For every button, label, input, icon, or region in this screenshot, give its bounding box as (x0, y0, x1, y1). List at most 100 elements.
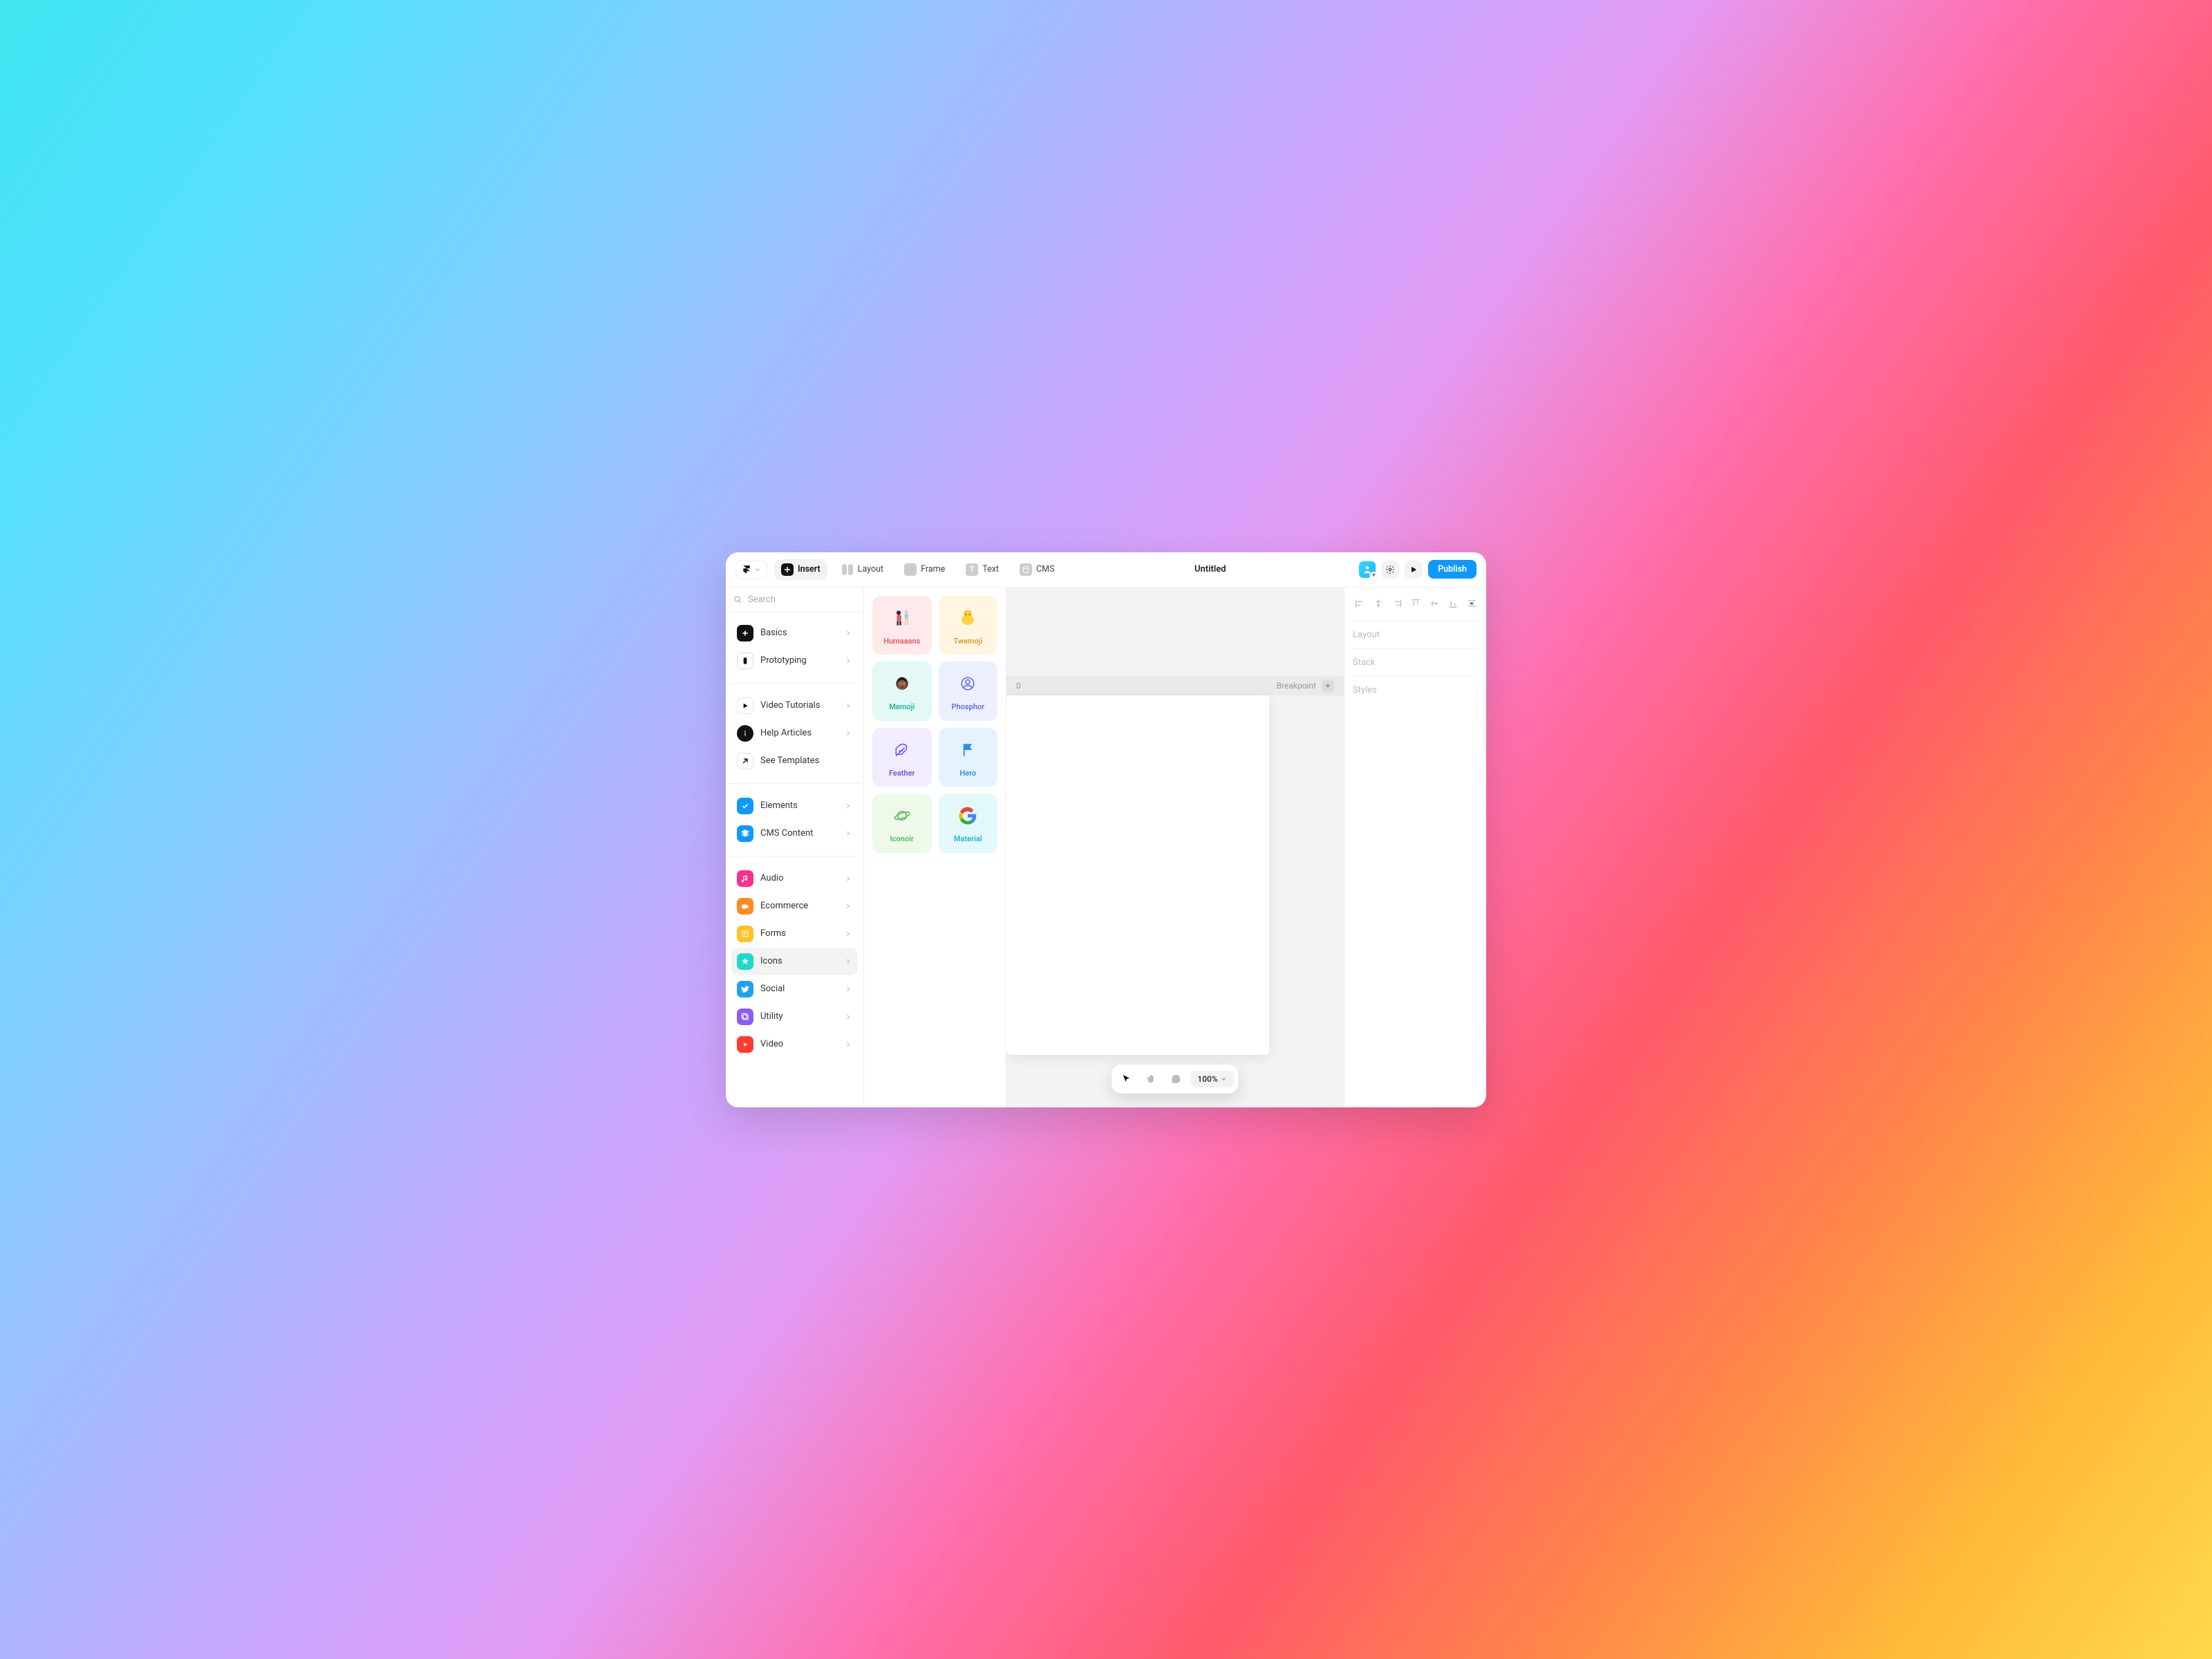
distribute-button[interactable] (1465, 596, 1478, 611)
canvas[interactable]: 0 Breakpoint 100% (1006, 588, 1344, 1107)
device-icon (737, 653, 753, 669)
chevron-down-icon (754, 566, 761, 573)
sidebar-item-audio[interactable]: Audio (731, 865, 858, 892)
comment-tool-button[interactable] (1165, 1069, 1186, 1089)
flag-icon (955, 737, 981, 763)
sidebar-item-label: Ecommerce (760, 901, 808, 911)
align-center-v-button[interactable] (1427, 596, 1441, 611)
sidebar-item-label: Elements (760, 800, 798, 811)
sidebar-item-ecommerce[interactable]: Ecommerce (731, 892, 858, 920)
frame-desktop[interactable] (1006, 695, 1269, 1055)
chick-emoji-icon (955, 605, 981, 631)
sidebar-item-video-tutorials[interactable]: Video Tutorials (731, 692, 858, 720)
sidebar-item-utility[interactable]: Utility (731, 1003, 858, 1031)
insert-button[interactable]: Insert (774, 559, 827, 580)
publish-button[interactable]: Publish (1428, 560, 1477, 579)
chat-bubble-icon (1170, 1074, 1181, 1085)
memoji-face-icon (889, 671, 915, 697)
planet-icon (889, 803, 915, 829)
document-title[interactable]: Untitled (1194, 564, 1226, 574)
iconpack-memoji[interactable]: Memoji (872, 662, 932, 721)
sidebar-item-label: Prototyping (760, 655, 807, 666)
play-icon (1409, 565, 1418, 574)
collaborator-avatar[interactable]: + (1359, 561, 1376, 578)
sidebar-item-label: CMS Content (760, 828, 813, 838)
align-center-h-button[interactable] (1371, 596, 1385, 611)
inspector-section-styles[interactable]: Styles (1353, 676, 1478, 704)
chevron-right-icon (844, 985, 852, 993)
arrow-up-right-icon (737, 753, 753, 769)
select-tool-button[interactable] (1116, 1069, 1136, 1089)
iconpack-material[interactable]: Material (939, 794, 998, 853)
align-left-button[interactable] (1353, 596, 1366, 611)
settings-button[interactable] (1381, 561, 1399, 579)
iconpack-phosphor[interactable]: Phosphor (939, 662, 998, 721)
inspector-panel: Layout Stack Styles (1344, 588, 1486, 1107)
hand-tool-button[interactable] (1141, 1069, 1161, 1089)
sidebar-item-prototyping[interactable]: Prototyping (731, 647, 858, 675)
iconpack-iconoir[interactable]: Iconoir (872, 794, 932, 853)
sidebar-item-elements[interactable]: Elements (731, 792, 858, 820)
search-placeholder: Search (748, 594, 776, 605)
add-breakpoint-button[interactable] (1322, 679, 1334, 692)
frame-button[interactable]: Frame (897, 559, 952, 580)
cms-label: CMS (1036, 564, 1054, 574)
iconpack-label: Memoji (889, 702, 915, 711)
frame-label: Frame (921, 564, 945, 574)
chevron-right-icon (844, 830, 852, 838)
main-area: Search Basics Prototyping Video (726, 587, 1486, 1107)
sidebar-item-see-templates[interactable]: See Templates (731, 747, 858, 775)
iconpack-feather[interactable]: Feather (872, 728, 932, 787)
sidebar-item-video[interactable]: Video (731, 1031, 858, 1058)
align-right-button[interactable] (1390, 596, 1403, 611)
chevron-right-icon (844, 729, 852, 738)
music-note-icon (737, 870, 753, 887)
align-bottom-button[interactable] (1446, 596, 1459, 611)
chevron-right-icon (844, 930, 852, 938)
iconpack-hero[interactable]: Hero (939, 728, 998, 787)
layout-button[interactable]: Layout (834, 559, 890, 580)
user-circle-icon (955, 671, 981, 697)
frame-icon (904, 563, 917, 576)
layout-icon (841, 563, 854, 576)
app-menu-button[interactable] (735, 560, 767, 579)
sidebar-item-label: Help Articles (760, 728, 812, 738)
app-window: Insert Layout Frame T Text CMS Untitled … (726, 552, 1486, 1107)
sidebar-item-label: See Templates (760, 756, 819, 766)
iconpack-label: Feather (889, 769, 915, 778)
sidebar-item-label: Utility (760, 1011, 783, 1022)
text-button[interactable]: T Text (959, 559, 1006, 580)
preview-button[interactable] (1405, 561, 1423, 579)
iconpack-twemoji[interactable]: Twemoji (939, 596, 998, 655)
iconpack-label: Twemoji (953, 637, 982, 646)
cursor-icon (1121, 1074, 1132, 1085)
sidebar-item-social[interactable]: Social (731, 975, 858, 1003)
chevron-right-icon (844, 702, 852, 710)
insert-sidebar: Search Basics Prototyping Video (726, 588, 864, 1107)
chevron-right-icon (844, 874, 852, 883)
zoom-control[interactable]: 100% (1190, 1071, 1234, 1087)
sidebar-item-cms-content[interactable]: CMS Content (731, 820, 858, 847)
chevron-right-icon (844, 657, 852, 665)
search-input[interactable]: Search (726, 588, 863, 612)
sidebar-item-label: Forms (760, 928, 786, 939)
iconpack-humaaans[interactable]: Humaaans (872, 596, 932, 655)
sidebar-item-forms[interactable]: Forms (731, 920, 858, 948)
sidebar-item-help-articles[interactable]: Help Articles (731, 720, 858, 747)
zoom-value: 100% (1197, 1074, 1217, 1084)
inspector-section-layout[interactable]: Layout (1353, 621, 1478, 648)
align-top-button[interactable] (1409, 596, 1422, 611)
sidebar-item-label: Icons (760, 956, 782, 966)
iconpack-label: Iconoir (890, 834, 914, 843)
chevron-right-icon (844, 802, 852, 810)
inspector-section-stack[interactable]: Stack (1353, 648, 1478, 676)
sidebar-item-label: Audio (760, 873, 783, 883)
sidebar-item-icons[interactable]: Icons (731, 948, 858, 975)
twitter-icon (737, 981, 753, 997)
cms-button[interactable]: CMS (1013, 559, 1061, 580)
layout-label: Layout (858, 564, 883, 574)
breakpoint-bar: 0 Breakpoint (1006, 676, 1344, 695)
chevron-down-icon (1221, 1076, 1228, 1082)
copy-icon (737, 1009, 753, 1025)
sidebar-item-basics[interactable]: Basics (731, 619, 858, 647)
